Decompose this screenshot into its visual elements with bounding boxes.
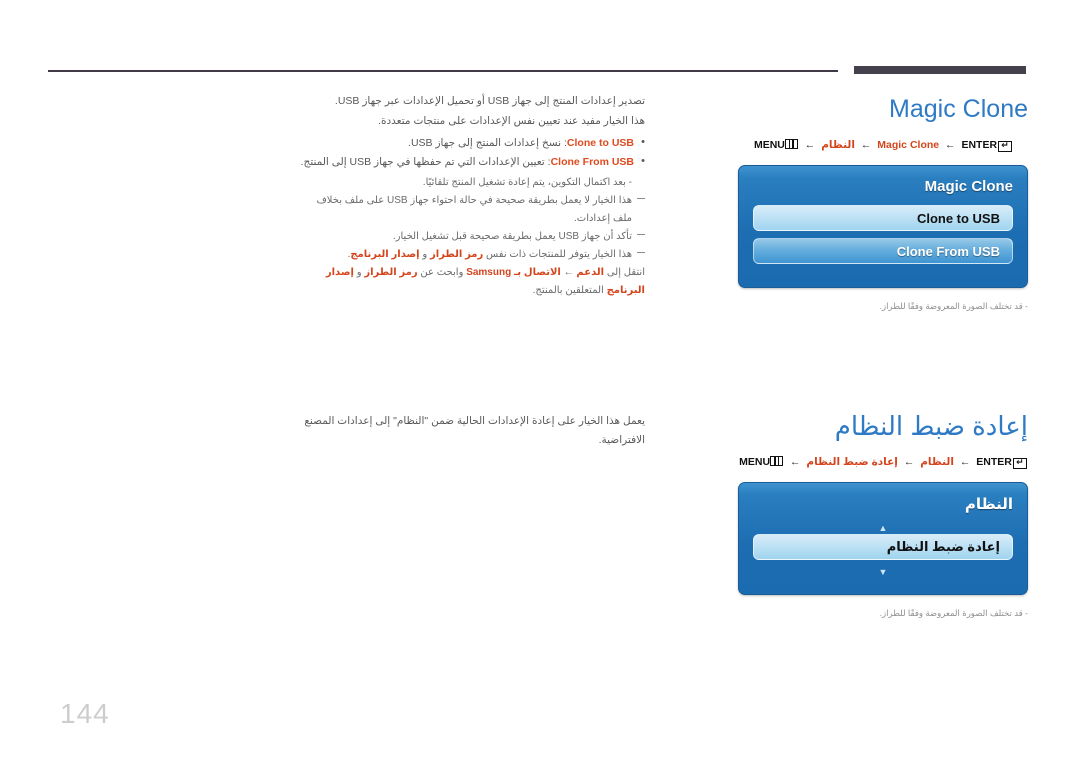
enter-icon: ↵ — [1012, 457, 1027, 469]
note-3-sw-version: إصدار البرنامج — [350, 249, 420, 260]
list-item-clone-to-usb: Clone to USB: نسخ إعدادات المنتج إلى جها… — [300, 133, 645, 153]
note-3-model-code: رمز الطراز — [429, 249, 484, 260]
osd-title-system: النظام — [964, 496, 1013, 513]
list-item-clone-from-usb: Clone From USB: تعيين الإعدادات التي تم … — [300, 152, 645, 172]
section-system-reset: إعادة ضبط النظام MENU ← النظام ← إعادة ض… — [738, 409, 1028, 620]
header-rule-thick — [854, 66, 1026, 74]
clone-to-usb-keyword: Clone to USB — [566, 137, 634, 149]
magic-clone-note-4: انتقل إلى الدعم ← الاتصال بـ Samsung واب… — [300, 264, 645, 300]
magic-clone-option-list: Clone to USB: نسخ إعدادات المنتج إلى جها… — [300, 133, 645, 172]
clone-from-usb-desc: : تعيين الإعدادات التي تم حفظها في جهاز … — [300, 156, 551, 168]
scroll-up-arrow-icon[interactable]: ▲ — [753, 523, 1013, 534]
menu-path-magic-clone: MENU ← النظام ← Magic Clone ← ENTER ↵ — [738, 139, 1028, 152]
osd-row-label: إعادة ضبط النظام — [886, 539, 1000, 554]
enter-icon: ↵ — [998, 140, 1013, 152]
path-arrow-3: ← — [945, 139, 956, 151]
enter-button-label: ENTER — [976, 456, 1012, 468]
clone-to-usb-desc: : نسخ إعدادات المنتج إلى جهاز USB. — [408, 137, 567, 149]
path-arrow-2: ← — [860, 139, 872, 151]
section-magic-clone: Magic Clone MENU ← النظام ← Magic Clone … — [738, 92, 1028, 313]
page-title-system-reset: إعادة ضبط النظام — [834, 411, 1028, 441]
note-3-pre: هذا الخيار يتوفر للمنتجات ذات نفس — [483, 249, 632, 260]
note-4-mid-2: و — [353, 267, 365, 278]
note-4-mid: وابحث عن — [417, 267, 467, 278]
header-rule-thin — [48, 70, 838, 72]
scroll-down-arrow-icon[interactable]: ▼ — [753, 567, 1013, 578]
menu-button-label: MENU — [753, 139, 785, 151]
osd-row-clone-to-usb[interactable]: Clone to USB — [753, 205, 1013, 231]
osd-row-label: Clone From USB — [896, 243, 1000, 259]
system-reset-body: يعمل هذا الخيار على إعادة الإعدادات الحا… — [300, 412, 645, 451]
menu-path-step-magic-clone: Magic Clone — [877, 139, 940, 151]
enter-button-label: ENTER — [961, 139, 998, 151]
note-3-mid: و — [419, 249, 430, 260]
path-arrow-2: ← — [903, 456, 915, 468]
magic-clone-note-3: هذا الخيار يتوفر للمنتجات ذات نفس رمز ال… — [300, 246, 645, 264]
clone-from-usb-keyword: Clone From USB — [550, 156, 634, 168]
osd-row-label: Clone to USB — [916, 210, 1000, 226]
osd-title-magic-clone: Magic Clone — [924, 178, 1013, 195]
osd-caption-magic-clone: - قد تختلف الصورة المعروضة وفقًا للطراز. — [879, 301, 1028, 311]
system-reset-intro-1: يعمل هذا الخيار على إعادة الإعدادات الحا… — [304, 415, 645, 446]
note-4-pre: انتقل إلى — [604, 267, 645, 278]
magic-clone-intro-2: هذا الخيار مفيد عند تعيين نفس الإعدادات … — [378, 115, 645, 127]
menu-path-step-system-reset: إعادة ضبط النظام — [806, 456, 898, 468]
note-4-support: الدعم — [576, 267, 605, 278]
osd-row-system-reset[interactable]: إعادة ضبط النظام — [753, 534, 1013, 560]
menu-path-step-system: النظام — [821, 139, 855, 151]
menu-icon — [770, 456, 784, 466]
magic-clone-note-2: تأكد أن جهاز USB يعمل بطريقة صحيحة قبل ت… — [300, 228, 645, 246]
menu-button-label: MENU — [739, 456, 771, 468]
path-arrow-1: ← — [789, 456, 801, 468]
osd-row-clone-from-usb[interactable]: Clone From USB — [753, 238, 1013, 264]
menu-path-step-system: النظام — [920, 456, 954, 468]
magic-clone-intro-1: تصدير إعدادات المنتج إلى جهاز USB أو تحم… — [334, 95, 645, 107]
menu-icon — [784, 139, 798, 149]
path-arrow-3: ← — [959, 456, 971, 468]
page-title-magic-clone: Magic Clone — [889, 95, 1028, 123]
page-number: 144 — [60, 698, 110, 729]
osd-caption-system-reset: - قد تختلف الصورة المعروضة وفقًا للطراز. — [879, 608, 1028, 618]
note-4-contact-samsung: الاتصال بـ Samsung — [466, 267, 561, 278]
path-arrow-1: ← — [804, 139, 816, 151]
note-4-arrow: ← — [560, 267, 577, 278]
osd-panel-system: النظام ▲ إعادة ضبط النظام ▼ — [738, 482, 1028, 595]
note-4-model-code: رمز الطراز — [364, 267, 418, 278]
magic-clone-body: تصدير إعدادات المنتج إلى جهاز USB أو تحم… — [300, 92, 645, 300]
magic-clone-subnote: - بعد اكتمال التكوين، يتم إعادة تشغيل ال… — [422, 177, 632, 188]
menu-path-system-reset: MENU ← النظام ← إعادة ضبط النظام ← ENTER… — [738, 456, 1028, 469]
note-4-post: المتعلقين بالمنتج. — [532, 285, 607, 296]
magic-clone-note-1: هذا الخيار لا يعمل بطريقة صحيحة في حالة … — [300, 192, 645, 228]
osd-panel-magic-clone: Magic Clone Clone to USB Clone From USB — [738, 165, 1028, 288]
